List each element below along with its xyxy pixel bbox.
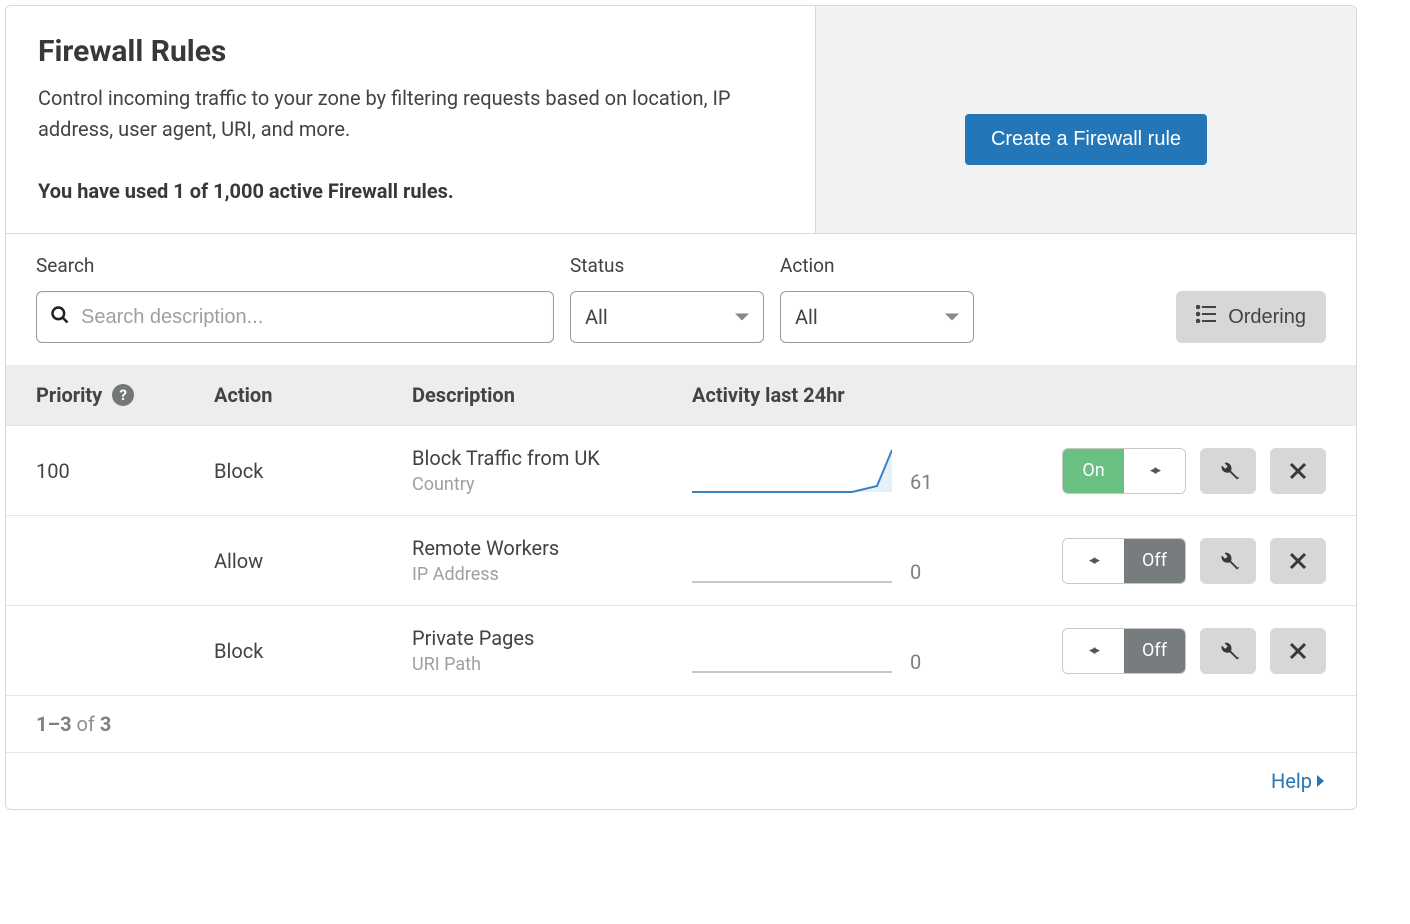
ordering-button-label: Ordering — [1228, 306, 1306, 329]
action-filter-group: Action All — [780, 254, 974, 343]
status-label: Status — [570, 254, 764, 277]
table-row: 100BlockBlock Traffic from UK Country 61 On… — [6, 425, 1356, 515]
action-label: Action — [780, 254, 974, 277]
search-input[interactable] — [36, 291, 554, 343]
activity-count: 61 — [910, 470, 932, 494]
close-icon — [1289, 552, 1307, 570]
cell-priority: 100 — [36, 459, 214, 483]
table-row: AllowRemote Workers IP Address 0 ◂▸ Off — [6, 515, 1356, 605]
page-description: Control incoming traffic to your zone by… — [38, 83, 783, 145]
chevron-down-icon — [735, 314, 749, 321]
cell-description: Private Pages URI Path — [412, 626, 692, 675]
edit-button[interactable] — [1200, 538, 1256, 584]
cell-activity: 61 — [692, 448, 986, 494]
filter-bar: Search Status All Action All — [6, 233, 1356, 365]
pagination-of: of — [72, 712, 100, 736]
search-input-wrap — [36, 291, 554, 343]
table-row: BlockPrivate Pages URI Path 0 ◂▸ Off — [6, 605, 1356, 695]
cell-action: Allow — [214, 549, 412, 573]
table-footer: 1–3 of 3 — [6, 695, 1356, 752]
list-icon — [1196, 305, 1216, 329]
sparkline-chart — [692, 628, 892, 674]
toggle-on-half: ◂▸ — [1063, 629, 1124, 673]
action-select-value: All — [795, 305, 818, 329]
cell-description: Block Traffic from UK Country — [412, 446, 692, 495]
sparkline-chart — [692, 448, 892, 494]
wrench-icon — [1217, 460, 1239, 482]
arrows-icon: ◂▸ — [1089, 643, 1098, 658]
enable-toggle[interactable]: ◂▸ Off — [1062, 538, 1186, 584]
sparkline-chart — [692, 538, 892, 584]
column-header-description: Description — [412, 383, 692, 407]
chevron-down-icon — [945, 314, 959, 321]
pagination-range: 1–3 — [36, 712, 72, 736]
column-header-activity: Activity last 24hr — [692, 383, 986, 407]
cell-action: Block — [214, 459, 412, 483]
table-body: 100BlockBlock Traffic from UKCountry61On… — [6, 425, 1356, 695]
arrows-icon: ◂▸ — [1150, 463, 1159, 478]
help-link-label: Help — [1271, 769, 1312, 793]
column-header-action: Action — [214, 383, 412, 407]
cell-action: Block — [214, 639, 412, 663]
rule-name: Block Traffic from UK — [412, 446, 692, 470]
pagination-total: 3 — [100, 712, 111, 736]
delete-button[interactable] — [1270, 628, 1326, 674]
status-select-value: All — [585, 305, 608, 329]
chevron-right-icon — [1316, 774, 1326, 788]
enable-toggle[interactable]: On ◂▸ — [1062, 448, 1186, 494]
firewall-rules-card: Firewall Rules Control incoming traffic … — [5, 5, 1357, 810]
rule-name: Private Pages — [412, 626, 692, 650]
close-icon — [1289, 642, 1307, 660]
help-footer: Help — [6, 752, 1356, 809]
activity-count: 0 — [910, 650, 921, 674]
delete-button[interactable] — [1270, 448, 1326, 494]
edit-button[interactable] — [1200, 628, 1256, 674]
action-select[interactable]: All — [780, 291, 974, 343]
column-header-priority: Priority ? — [36, 383, 214, 407]
cell-activity: 0 — [692, 628, 986, 674]
arrows-icon: ◂▸ — [1089, 553, 1098, 568]
cell-controls: ◂▸ Off — [986, 628, 1326, 674]
create-firewall-rule-button[interactable]: Create a Firewall rule — [965, 114, 1207, 165]
toggle-off-half: Off — [1124, 539, 1185, 583]
wrench-icon — [1217, 640, 1239, 662]
delete-button[interactable] — [1270, 538, 1326, 584]
search-group: Search — [36, 254, 554, 343]
toggle-on-half: On — [1063, 449, 1124, 493]
wrench-icon — [1217, 550, 1239, 572]
activity-count: 0 — [910, 560, 921, 584]
toggle-off-half: Off — [1124, 629, 1185, 673]
usage-text: You have used 1 of 1,000 active Firewall… — [38, 179, 783, 203]
rule-name: Remote Workers — [412, 536, 692, 560]
help-icon[interactable]: ? — [112, 384, 134, 406]
toggle-off-half: ◂▸ — [1124, 449, 1185, 493]
column-header-priority-label: Priority — [36, 383, 102, 407]
cell-controls: ◂▸ Off — [986, 538, 1326, 584]
cell-description: Remote Workers IP Address — [412, 536, 692, 585]
help-link[interactable]: Help — [1271, 769, 1326, 793]
cell-activity: 0 — [692, 538, 986, 584]
search-label: Search — [36, 254, 554, 277]
rule-field: Country — [412, 474, 692, 495]
status-filter-group: Status All — [570, 254, 764, 343]
rule-field: URI Path — [412, 654, 692, 675]
header-action-area: Create a Firewall rule — [816, 6, 1356, 233]
cell-controls: On ◂▸ — [986, 448, 1326, 494]
status-select[interactable]: All — [570, 291, 764, 343]
header-text-area: Firewall Rules Control incoming traffic … — [6, 6, 816, 233]
toggle-on-half: ◂▸ — [1063, 539, 1124, 583]
close-icon — [1289, 462, 1307, 480]
edit-button[interactable] — [1200, 448, 1256, 494]
header-section: Firewall Rules Control incoming traffic … — [6, 6, 1356, 233]
ordering-button[interactable]: Ordering — [1176, 291, 1326, 343]
table-header-row: Priority ? Action Description Activity l… — [6, 365, 1356, 425]
rule-field: IP Address — [412, 564, 692, 585]
search-icon — [50, 305, 70, 329]
page-title: Firewall Rules — [38, 34, 783, 69]
enable-toggle[interactable]: ◂▸ Off — [1062, 628, 1186, 674]
